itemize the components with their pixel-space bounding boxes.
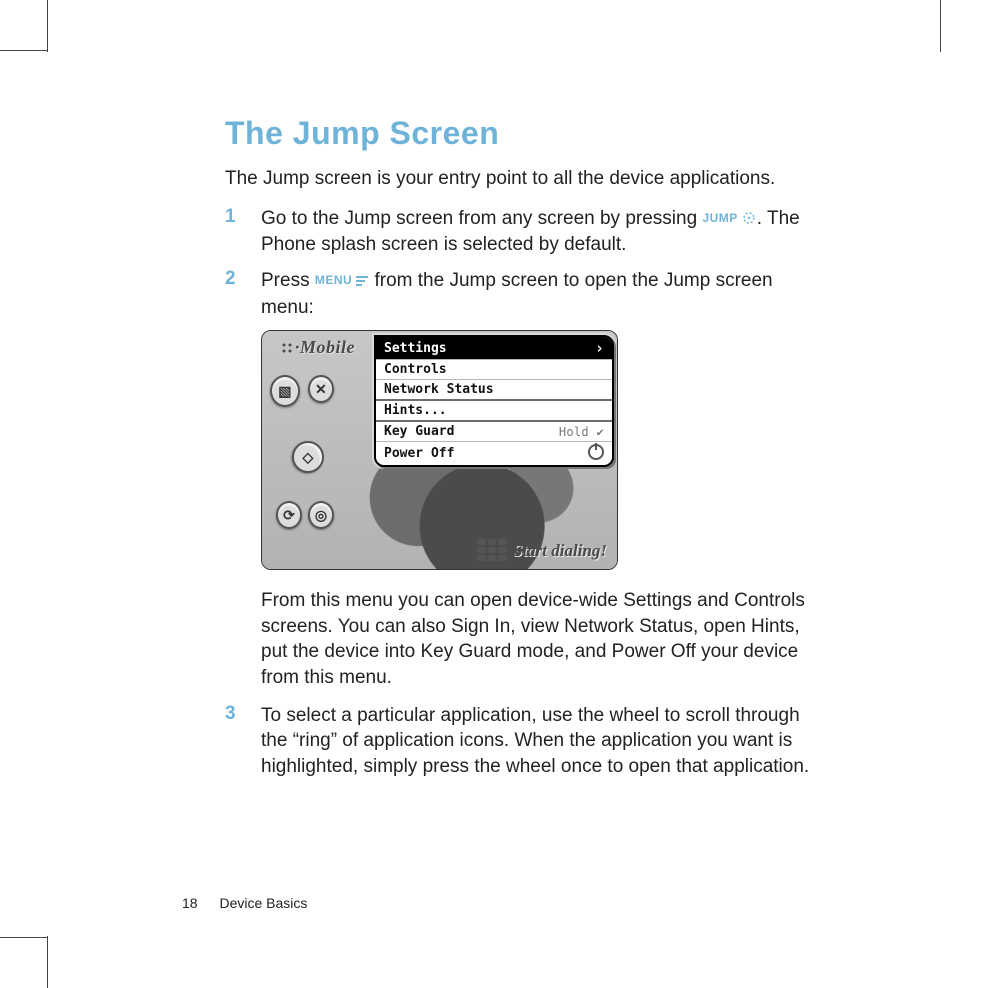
ring-app-icon: ◎ [308,501,334,529]
ring-app-icon: ✕ [308,375,334,403]
ring-app-icon: ◇ [285,435,330,480]
menu-item-power-off[interactable]: Power Off [376,441,612,465]
ring-app-icon: ⟳ [276,501,302,529]
intro-paragraph: The Jump screen is your entry point to a… [225,166,815,192]
step-pre-text: To select a particular application, use … [261,705,809,777]
power-icon [588,444,604,463]
crop-mark [0,937,48,938]
menu-item-network-status[interactable]: Network Status [376,379,612,399]
step-text: Go to the Jump screen from any screen by… [261,206,815,258]
step-number: 1 [225,206,261,258]
jump-menu-popup: Settings Controls Network Status Hints..… [374,335,614,467]
page-number: 18 [182,895,198,911]
step-list-continued: 3 To select a particular application, us… [225,703,815,780]
post-figure-block: From this menu you can open device-wide … [261,588,815,691]
carrier-label: ·Mobile [280,337,355,358]
menu-item-note: Hold ✔ [559,425,604,439]
menu-item-controls[interactable]: Controls [376,359,612,379]
keypad-icon [477,539,507,561]
device-screenshot-figure: ·Mobile ▧ ✕ ◇ ⟳ ◎ Settings Controls [261,330,815,570]
step-pre-text: Go to the Jump screen from any screen by… [261,208,702,229]
app-ring-icons: ▧ ✕ ◇ ⟳ ◎ [270,375,334,529]
carrier-text: ·Mobile [295,337,355,357]
crop-mark [47,0,48,52]
step-pre-text: Press [261,270,315,291]
step-number: 3 [225,703,261,780]
start-dialing-prompt: Start dialing! [477,539,607,561]
menu-item-settings[interactable]: Settings [376,337,612,359]
step-number: 2 [225,268,261,320]
crop-mark [47,936,48,988]
menu-key-label: MENU [315,273,352,287]
section-heading: The Jump Screen [225,115,815,152]
device-screenshot: ·Mobile ▧ ✕ ◇ ⟳ ◎ Settings Controls [261,330,618,570]
post-figure-paragraph: From this menu you can open device-wide … [261,588,815,691]
page-content: The Jump Screen The Jump screen is your … [225,115,815,790]
step-text: To select a particular application, use … [261,703,815,780]
crop-mark [0,50,48,51]
step-text: Press MENU from the Jump screen to open … [261,268,815,320]
jump-icon [741,207,757,233]
menu-icon [355,269,369,295]
menu-item-key-guard[interactable]: Key Guard Hold ✔ [376,420,612,441]
jump-key-label: JUMP [702,211,737,225]
step-item: 1 Go to the Jump screen from any screen … [225,206,815,258]
menu-item-hints[interactable]: Hints... [376,399,612,420]
step-item: 3 To select a particular application, us… [225,703,815,780]
page-footer: 18 Device Basics [182,895,307,911]
ring-app-icon: ▧ [270,375,300,407]
footer-section-name: Device Basics [219,895,307,911]
step-list: 1 Go to the Jump screen from any screen … [225,206,815,321]
step-item: 2 Press MENU from the Jump screen to ope… [225,268,815,320]
prompt-text: Start dialing! [513,541,607,561]
crop-mark [940,0,941,52]
